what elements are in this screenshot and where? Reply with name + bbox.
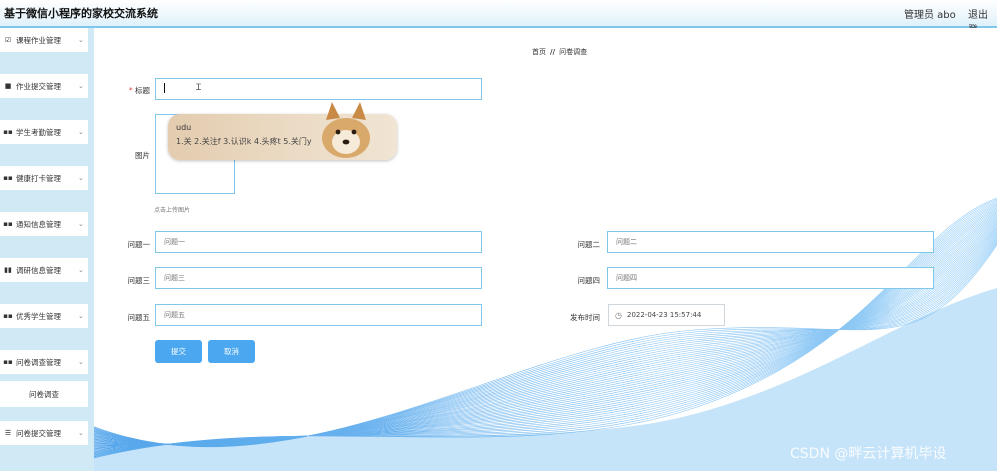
app-title: 基于微信小程序的家校交流系统 — [4, 7, 158, 20]
sidebar: ☑ 课程作业管理 ⌄ ■ 作业提交管理 ⌄ ▪▪ 学生考勤管理 ⌄ ▪▪ 健康打… — [0, 28, 94, 471]
q3-label: 问题三 — [127, 276, 151, 285]
q4-label: 问题四 — [577, 276, 601, 285]
grid-icon: ▪▪ — [3, 220, 13, 228]
chevron-down-icon: ⌄ — [78, 220, 84, 228]
required-mark: * — [128, 86, 133, 95]
sidebar-item-survey-submit[interactable]: ☰ 问卷提交管理 ⌄ — [0, 421, 88, 445]
upload-hint: 点击上传图片 — [154, 207, 191, 214]
sidebar-item-label: 优秀学生管理 — [16, 311, 61, 321]
sidebar-item-label: 学生考勤管理 — [16, 127, 61, 137]
chevron-down-icon: ⌄ — [78, 82, 84, 90]
q5-input[interactable] — [155, 304, 482, 326]
q5-label: 问题五 — [127, 313, 151, 322]
breadcrumb-current: 问卷调查 — [559, 48, 588, 56]
i-beam-cursor-icon: Ɪ — [196, 83, 202, 93]
title-input[interactable]: Ɪ — [155, 78, 482, 100]
sidebar-item-label: 问卷提交管理 — [16, 428, 61, 438]
sidebar-item-excellent-students[interactable]: ▪▪ 优秀学生管理 ⌄ — [0, 304, 88, 328]
sidebar-item-notifications[interactable]: ▪▪ 通知信息管理 ⌄ — [0, 212, 88, 236]
clock-icon: ◷ — [615, 310, 622, 320]
sidebar-item-research[interactable]: ▮▮ 调研信息管理 ⌄ — [0, 258, 88, 282]
admin-label: 管理员 abo — [904, 10, 956, 21]
title-label: * 标题 — [114, 85, 150, 96]
publish-time-picker[interactable]: ◷ 2022-04-23 15:57:44 — [608, 304, 725, 326]
cancel-button[interactable]: 取消 — [208, 340, 255, 363]
grid-icon: ▪▪ — [3, 174, 13, 182]
sidebar-item-label: 作业提交管理 — [16, 81, 61, 91]
sidebar-item-homework-submit[interactable]: ■ 作业提交管理 ⌄ — [0, 74, 88, 98]
image-label: 图片 — [135, 151, 150, 160]
breadcrumb: 首页 //问卷调查 — [532, 47, 587, 57]
monitor-icon: ■ — [4, 82, 12, 90]
title-label-text: 标题 — [135, 86, 150, 95]
grid-icon: ▪▪ — [3, 358, 13, 366]
q4-input[interactable] — [607, 267, 934, 289]
sidebar-item-survey[interactable]: ▪▪ 问卷调查管理 ⌄ — [0, 350, 88, 374]
sidebar-item-label: 课程作业管理 — [16, 35, 61, 45]
ime-candidate-popup: udu 1.关 2.关注f 3.认识k 4.头疼t 5.关门y — [168, 102, 397, 160]
text-cursor — [164, 83, 165, 93]
main-content: 首页 //问卷调查 * 标题 Ɪ 图片 点击上传图片 udu 1.关 2.关注f … — [94, 28, 997, 471]
q2-input[interactable] — [607, 231, 934, 253]
chevron-down-icon: ⌄ — [78, 128, 84, 136]
q1-input[interactable] — [155, 231, 482, 253]
breadcrumb-separator: // — [550, 48, 556, 56]
sidebar-item-label: 调研信息管理 — [16, 265, 61, 275]
chevron-down-icon: ⌄ — [78, 266, 84, 274]
sidebar-item-health-checkin[interactable]: ▪▪ 健康打卡管理 ⌄ — [0, 166, 88, 190]
chevron-down-icon: ⌄ — [78, 312, 84, 320]
publish-time-label: 发布时间 — [570, 313, 600, 322]
sidebar-item-label: 通知信息管理 — [16, 219, 61, 229]
breadcrumb-home[interactable]: 首页 — [532, 48, 546, 56]
grid-icon: ▪▪ — [3, 312, 13, 320]
ime-composition: udu — [176, 123, 192, 132]
publish-time-value: 2022-04-23 15:57:44 — [626, 311, 702, 319]
sidebar-item-label: 健康打卡管理 — [16, 173, 61, 183]
checkbox-icon: ☑ — [4, 36, 12, 44]
sidebar-item-homework[interactable]: ☑ 课程作业管理 ⌄ — [0, 28, 88, 52]
chevron-down-icon: ⌄ — [78, 358, 84, 366]
ime-candidates[interactable]: 1.关 2.关注f 3.认识k 4.头疼t 5.关门y — [176, 136, 312, 147]
chevron-down-icon: ⌄ — [78, 174, 84, 182]
q3-input[interactable] — [155, 267, 482, 289]
sidebar-item-attendance[interactable]: ▪▪ 学生考勤管理 ⌄ — [0, 120, 88, 144]
grid-icon: ▪▪ — [3, 128, 13, 136]
q1-label: 问题一 — [127, 240, 151, 249]
chevron-down-icon: ⌄ — [78, 36, 84, 44]
chevron-down-icon: ⌄ — [78, 429, 84, 437]
submenu-item-survey[interactable]: 问卷调查 — [0, 381, 88, 407]
sidebar-item-label: 问卷调查管理 — [16, 357, 61, 367]
top-bar: 基于微信小程序的家校交流系统 管理员 abo 退出登 — [0, 0, 997, 36]
bar-chart-icon: ▮▮ — [4, 266, 12, 274]
list-icon: ☰ — [4, 429, 12, 437]
shiba-dog-image — [322, 102, 370, 158]
csdn-watermark: CSDN @畔云计算机毕设 — [790, 446, 947, 462]
submit-button[interactable]: 提交 — [155, 340, 202, 363]
q2-label: 问题二 — [577, 240, 601, 249]
